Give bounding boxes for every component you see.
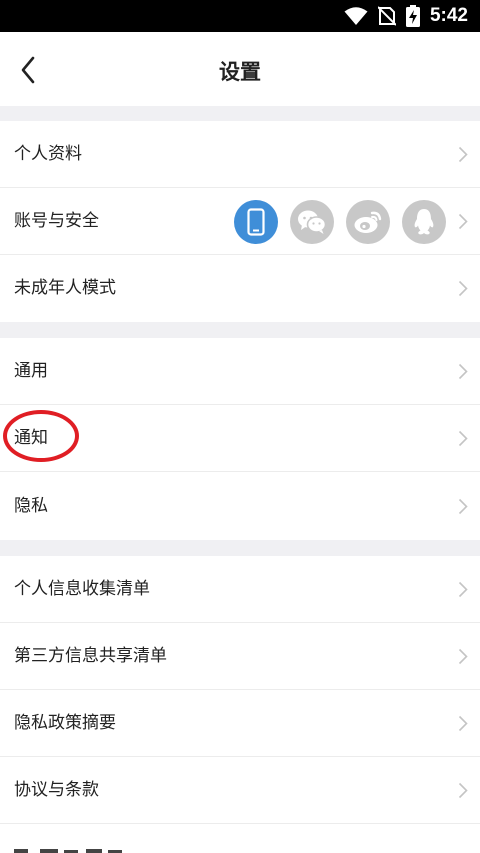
divider — [0, 823, 480, 824]
section-separator — [0, 540, 480, 556]
status-icons: 5:42 — [344, 0, 468, 32]
settings-screen: 5:42 设置 个人资料 账号与安全 未成年人模式 通用 通知 隐私 个人信息收… — [0, 0, 480, 853]
settings-item-label: 通用 — [14, 361, 48, 381]
settings-item-notifications[interactable]: 通知 — [0, 405, 480, 472]
chevron-right-icon — [458, 213, 468, 230]
settings-item-label: 通知 — [14, 428, 48, 448]
settings-item-label: 第三方信息共享清单 — [14, 646, 167, 666]
qq-icon — [414, 209, 434, 235]
chevron-right-icon — [458, 782, 468, 799]
header: 设置 — [0, 32, 480, 106]
settings-item-profile[interactable]: 个人资料 — [0, 121, 480, 188]
chevron-right-icon — [458, 581, 468, 598]
settings-item-label: 未成年人模式 — [14, 278, 116, 298]
settings-item-terms[interactable]: 协议与条款 — [0, 757, 480, 824]
chevron-right-icon — [458, 430, 468, 447]
chevron-right-icon — [458, 146, 468, 163]
settings-item-label: 隐私政策摘要 — [14, 713, 116, 733]
phone-icon — [247, 208, 265, 236]
weibo-binding-button[interactable] — [346, 200, 390, 244]
settings-item-account-security[interactable]: 账号与安全 — [0, 188, 480, 255]
settings-item-general[interactable]: 通用 — [0, 338, 480, 405]
settings-item-partial[interactable] — [0, 825, 480, 853]
settings-item-label: 隐私 — [14, 496, 48, 516]
chevron-right-icon — [458, 648, 468, 665]
chevron-right-icon — [458, 715, 468, 732]
settings-item-personal-info-list[interactable]: 个人信息收集清单 — [0, 556, 480, 623]
wifi-icon — [344, 6, 368, 26]
settings-item-label: 个人资料 — [14, 144, 82, 164]
settings-item-label: 账号与安全 — [14, 211, 99, 231]
settings-item-privacy[interactable]: 隐私 — [0, 473, 480, 540]
status-time: 5:42 — [429, 5, 468, 26]
page-title: 设置 — [219, 60, 261, 84]
wechat-icon — [298, 210, 327, 234]
settings-item-label: 协议与条款 — [14, 780, 99, 800]
status-bar: 5:42 — [0, 0, 480, 32]
section-separator — [0, 106, 480, 121]
settings-item-third-party-sharing[interactable]: 第三方信息共享清单 — [0, 623, 480, 690]
settings-item-label: 个人信息收集清单 — [14, 579, 150, 599]
phone-binding-button[interactable] — [234, 200, 278, 244]
wechat-binding-button[interactable] — [290, 200, 334, 244]
no-sim-icon — [377, 6, 396, 26]
weibo-icon — [354, 211, 382, 233]
settings-item-privacy-summary[interactable]: 隐私政策摘要 — [0, 690, 480, 757]
partial-row-text — [14, 849, 122, 853]
account-bindings — [234, 200, 446, 244]
chevron-right-icon — [458, 280, 468, 297]
settings-item-minor-mode[interactable]: 未成年人模式 — [0, 255, 480, 322]
qq-binding-button[interactable] — [402, 200, 446, 244]
chevron-right-icon — [458, 498, 468, 515]
battery-charging-icon — [405, 5, 420, 27]
section-separator — [0, 322, 480, 338]
divider — [0, 471, 480, 472]
chevron-right-icon — [458, 363, 468, 380]
